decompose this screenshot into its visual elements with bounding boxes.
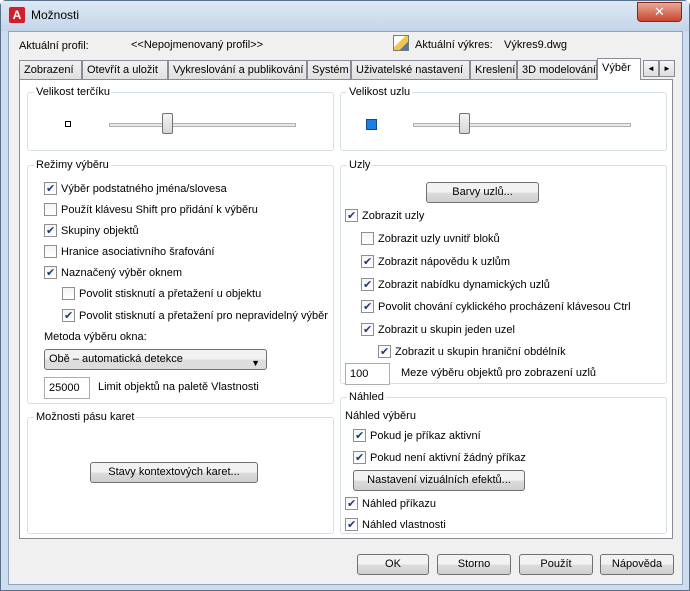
pickbox-slider-track[interactable] [109,123,296,127]
single-grip-groups-checkbox[interactable]: Zobrazit u skupin jeden uzel [361,322,515,338]
drawing-label: Aktuální výkres: [415,39,493,51]
tab-scroll-left-icon[interactable]: ◄ [643,60,659,77]
window-title: Možnosti [31,8,80,22]
drawing-icon [393,35,409,51]
preview-legend: Náhled [349,391,384,403]
ok-button[interactable]: OK [357,554,429,575]
properties-limit-input[interactable]: 25000 [44,377,90,399]
tab-plot-publish[interactable]: Vykreslování a publikování [168,60,307,79]
options-dialog: A Možnosti ✕ Aktuální profil: <<Nepojmen… [0,0,690,591]
properties-limit-label: Limit objektů na paletě Vlastnosti [98,381,259,393]
object-grouping-checkbox[interactable]: Skupiny objektů [44,223,139,239]
ribbon-options-legend: Možnosti pásu karet [36,411,135,423]
grip-tips-checkbox[interactable]: Zobrazit nápovědu k uzlům [361,254,510,270]
dropdown-arrow-icon: ▼ [251,358,260,368]
profile-value: <<Nepojmenovaný profil>> [131,39,264,51]
checkbox-icon[interactable] [353,450,366,466]
checkbox-icon[interactable] [44,203,57,216]
selection-modes-legend: Režimy výběru [36,159,109,171]
checkbox-icon[interactable] [44,181,57,197]
checkbox-icon[interactable] [361,254,374,270]
selection-preview-label: Náhled výběru [345,410,416,422]
ctrl-cycling-checkbox[interactable]: Povolit chování cyklického procházení kl… [361,299,631,315]
pickbox-size-group: Velikost terčíku [27,86,334,151]
noun-verb-checkbox[interactable]: Výběr podstatného jména/slovesa [44,181,227,197]
shift-add-checkbox[interactable]: Použít klávesu Shift pro přidání k výběr… [44,202,258,218]
grip-preview-icon [366,119,377,130]
window-method-value: Obě – automatická detekce [49,353,183,365]
tab-system[interactable]: Systém [307,60,351,79]
checkbox-icon[interactable] [353,428,366,444]
tab-display[interactable]: Zobrazení [19,60,82,79]
grip-size-group: Velikost uzlu [340,86,667,151]
tab-drafting[interactable]: Kreslení [470,60,517,79]
grip-limit-input[interactable]: 100 [345,363,390,385]
checkbox-icon[interactable] [361,299,374,315]
checkbox-icon[interactable] [44,265,57,281]
window-method-label: Metoda výběru okna: [44,331,147,343]
press-drag-lasso-checkbox[interactable]: Povolit stisknutí a přetažení pro neprav… [62,308,328,324]
checkbox-icon[interactable] [345,517,358,533]
title-bar[interactable]: A Možnosti ✕ [1,1,689,31]
contextual-tab-states-button[interactable]: Stavy kontextových karet... [90,462,258,483]
checkbox-icon[interactable] [378,344,391,360]
visual-effects-button[interactable]: Nastavení vizuálních efektů... [353,470,525,491]
autocad-logo-icon: A [9,7,25,23]
help-button[interactable]: Nápověda [600,554,674,575]
grip-colors-button[interactable]: Barvy uzlů... [426,182,539,203]
tab-user-preferences[interactable]: Uživatelské nastavení [351,60,470,79]
dialog-body: Aktuální profil: <<Nepojmenovaný profil>… [8,31,683,585]
dynamic-grip-menu-checkbox[interactable]: Zobrazit nabídku dynamických uzlů [361,277,550,293]
grip-size-legend: Velikost uzlu [349,86,411,98]
tab-selection[interactable]: Výběr [597,58,641,80]
implied-windowing-checkbox[interactable]: Naznačený výběr oknem [44,265,182,281]
checkbox-icon[interactable] [62,308,75,324]
checkbox-icon[interactable] [62,287,75,300]
checkbox-icon[interactable] [361,277,374,293]
cancel-button[interactable]: Storno [437,554,511,575]
tab-strip: Zobrazení Otevřít a uložit Vykreslování … [19,58,675,80]
preview-command-active-checkbox[interactable]: Pokud je příkaz aktivní [353,428,481,444]
checkbox-icon[interactable] [345,496,358,512]
grips-legend: Uzly [349,159,371,171]
grip-slider-thumb[interactable] [458,113,470,134]
property-preview-checkbox[interactable]: Náhled vlastnosti [345,517,446,533]
pickbox-slider-thumb[interactable] [161,113,173,134]
command-preview-checkbox[interactable]: Náhled příkazu [345,496,436,512]
selection-tab-panel: Velikost terčíku Velikost uzlu Režimy vý… [19,79,673,539]
checkbox-icon[interactable] [361,232,374,245]
checkbox-icon[interactable] [345,208,358,224]
drawing-value: Výkres9.dwg [504,39,567,51]
tab-3d-modeling[interactable]: 3D modelování [517,60,597,79]
apply-button[interactable]: Použít [519,554,593,575]
checkbox-icon[interactable] [44,245,57,258]
checkbox-icon[interactable] [361,322,374,338]
hatch-boundary-checkbox[interactable]: Hranice asociativního šrafování [44,244,214,260]
grip-limit-label: Meze výběru objektů pro zobrazení uzlů [401,367,597,379]
tab-open-save[interactable]: Otevřít a uložit [82,60,168,79]
close-button[interactable]: ✕ [637,2,682,22]
grips-in-blocks-checkbox[interactable]: Zobrazit uzly uvnitř bloků [361,231,500,247]
profile-label: Aktuální profil: [19,40,89,52]
press-drag-object-checkbox[interactable]: Povolit stisknutí a přetažení u objektu [62,286,261,302]
window-method-select[interactable]: Obě – automatická detekce ▼ [44,349,267,370]
pickbox-size-legend: Velikost terčíku [36,86,110,98]
checkbox-icon[interactable] [44,223,57,239]
group-bounding-box-checkbox[interactable]: Zobrazit u skupin hraniční obdélník [378,344,566,360]
grip-slider-track[interactable] [413,123,631,127]
pickbox-preview-icon [65,121,71,127]
preview-no-command-checkbox[interactable]: Pokud není aktivní žádný příkaz [353,450,526,466]
show-grips-checkbox[interactable]: Zobrazit uzly [345,208,424,224]
tab-scroll-right-icon[interactable]: ► [659,60,675,77]
